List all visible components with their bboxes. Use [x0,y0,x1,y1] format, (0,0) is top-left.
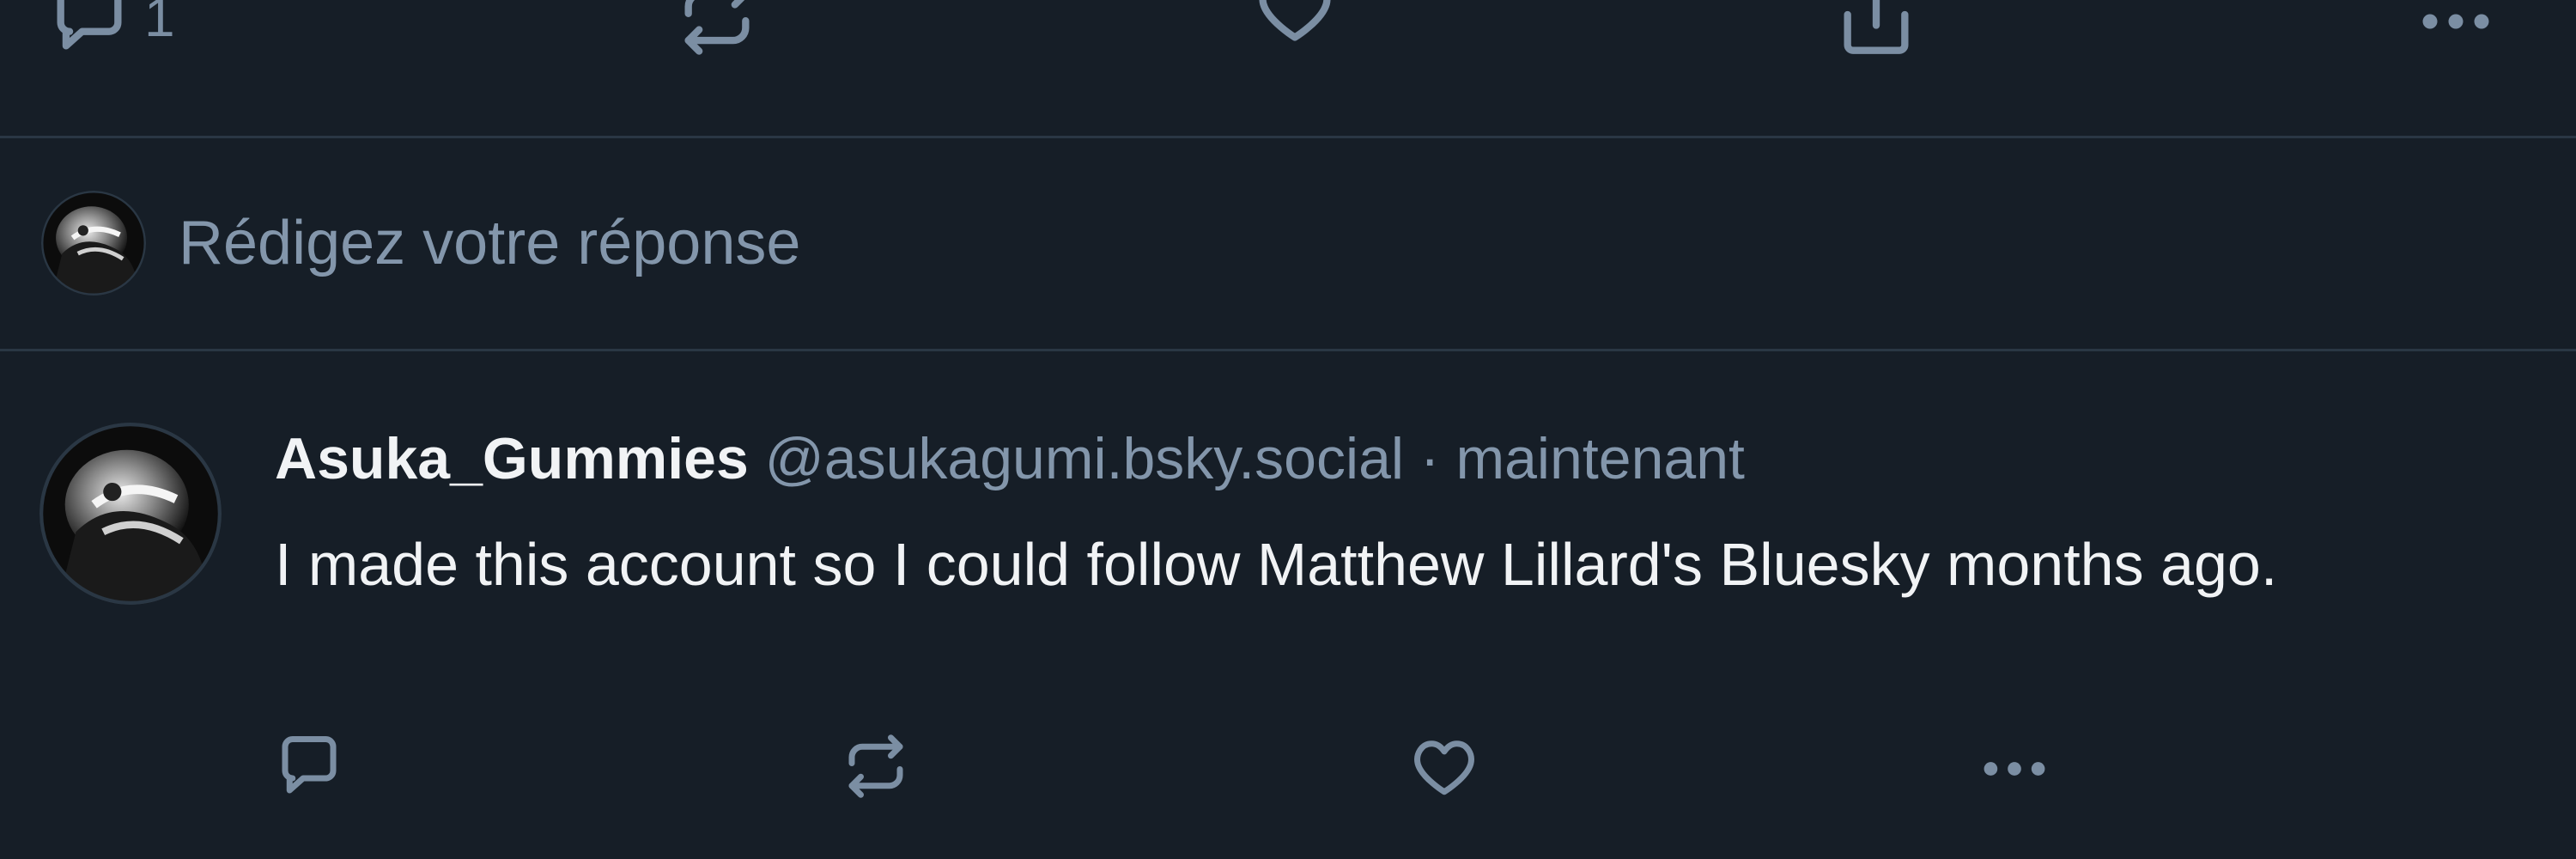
reply-composer[interactable]: Rédigez votre réponse [0,139,2576,348]
repost-icon [840,730,912,802]
more-icon [2413,0,2499,43]
reply-icon [46,0,132,60]
avatar[interactable] [39,423,222,605]
post-text: I made this account so I could follow Ma… [275,531,2278,598]
repost-button[interactable] [840,730,912,802]
post-timestamp[interactable]: maintenant [1455,426,1744,491]
parent-post-actions: 1 [0,0,2576,137]
reply-icon [273,730,345,802]
parent-share-button[interactable] [1833,0,1919,62]
parent-reply-count: 1 [144,0,175,48]
divider [0,136,2576,138]
more-button[interactable] [1975,749,2054,789]
reply-post[interactable]: Asuka_Gummies @asukagumi.bsky.social · m… [0,352,2576,859]
parent-more-button[interactable] [2413,0,2499,43]
author-handle[interactable]: @asukagumi.bsky.social [765,426,1404,491]
like-icon [1408,730,1480,802]
parent-like-button[interactable] [1252,0,1338,50]
parent-reply-button[interactable]: 1 [46,0,175,60]
parent-repost-button[interactable] [674,0,760,60]
author-name[interactable]: Asuka_Gummies [275,426,749,491]
more-icon [1975,749,2054,789]
avatar [41,191,146,295]
header-separator: · [1419,426,1440,491]
like-icon [1252,0,1338,50]
post-header: Asuka_Gummies @asukagumi.bsky.social · m… [275,424,1745,495]
repost-icon [674,0,760,60]
reply-button[interactable] [273,730,345,802]
share-icon [1833,0,1919,62]
reply-placeholder: Rédigez votre réponse [179,209,801,277]
like-button[interactable] [1408,730,1480,802]
divider [0,349,2576,351]
